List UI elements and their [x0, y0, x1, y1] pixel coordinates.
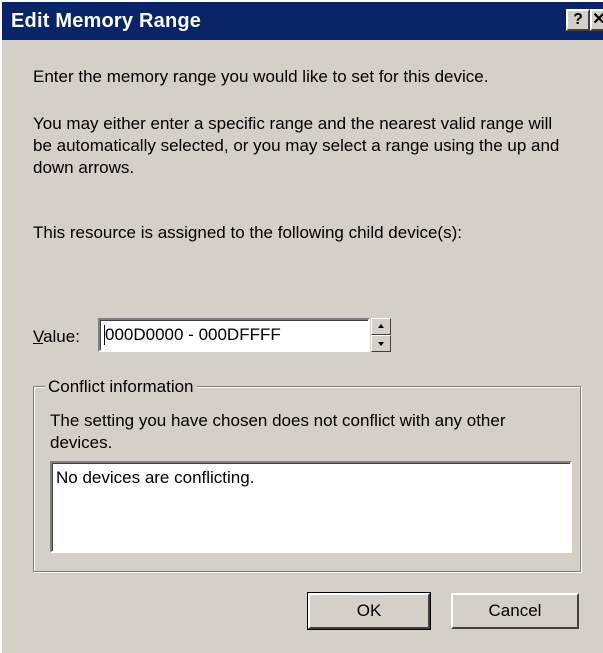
help-icon: ? — [573, 11, 583, 28]
ok-button[interactable]: OK — [307, 592, 431, 630]
value-field-text: 000D0000 - 000DFFFF — [105, 325, 281, 344]
value-label: Value: — [33, 326, 80, 348]
text-caret — [104, 325, 105, 345]
spin-down-button[interactable] — [371, 335, 391, 352]
value-label-rest: alue: — [43, 327, 80, 346]
assigned-devices-text: This resource is assigned to the followi… — [33, 223, 462, 242]
instruction-text: Enter the memory range you would like to… — [33, 67, 489, 86]
conflict-list-item: No devices are conflicting. — [56, 468, 255, 487]
explanation-text: You may either enter a specific range an… — [33, 114, 560, 177]
value-field[interactable]: 000D0000 - 000DFFFF — [98, 318, 370, 352]
arrow-down-icon — [378, 342, 384, 346]
cancel-button[interactable]: Cancel — [451, 593, 579, 629]
arrow-up-icon — [378, 324, 384, 328]
help-button[interactable]: ? — [566, 9, 590, 31]
spin-up-button[interactable] — [371, 318, 391, 335]
conflicting-devices-list[interactable]: No devices are conflicting. — [50, 461, 572, 553]
close-button[interactable]: ✕ — [590, 9, 603, 31]
conflict-information-label: Conflict information — [45, 376, 197, 398]
close-icon: ✕ — [592, 11, 603, 28]
window-edge-left — [0, 0, 2, 653]
value-label-accelerator: V — [33, 327, 44, 346]
value-spinner[interactable] — [371, 318, 391, 352]
window-title: Edit Memory Range — [11, 10, 202, 32]
edit-memory-range-dialog: Edit Memory Range ? ✕ Enter the memory r… — [0, 0, 603, 653]
title-bar[interactable]: Edit Memory Range ? ✕ — [2, 2, 603, 40]
conflict-description: The setting you have chosen does not con… — [50, 411, 506, 452]
